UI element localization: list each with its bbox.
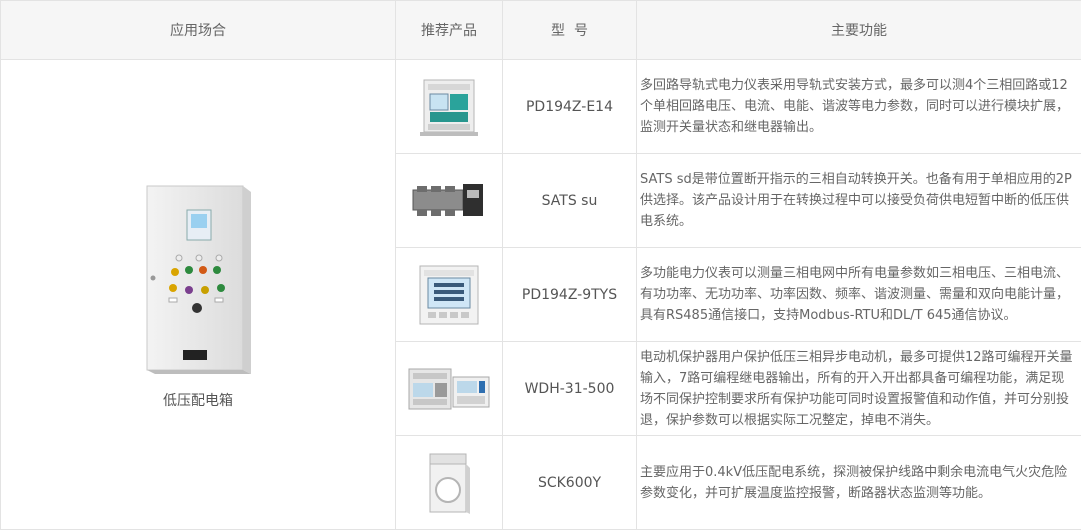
header-function: 主要功能: [636, 0, 1081, 60]
panel-meter-image: [419, 265, 479, 324]
application-name: 低压配电箱: [163, 392, 233, 409]
function-cell: 多回路导轨式电力仪表采用导轨式安装方式，最多可以测4个三相回路或12个单相回路电…: [636, 59, 1081, 154]
product-image-cell: [395, 247, 503, 342]
model-cell: SATS su: [502, 153, 637, 248]
header-product: 推荐产品: [395, 0, 503, 60]
current-transformer-image: [429, 453, 470, 514]
table-row: 低压配电箱 PD194Z-E14 多回路导轨式电力仪表采用导轨式安装方式，最多可…: [0, 59, 1081, 530]
product-image-cell: [395, 153, 503, 248]
application-cell: 低压配电箱: [0, 59, 396, 530]
model-cell: PD194Z-E14: [502, 59, 637, 154]
transfer-switch-image: [412, 183, 483, 216]
product-image-cell: [395, 435, 503, 530]
product-image-cell: [395, 59, 503, 154]
function-cell: SATS sd是带位置断开指示的三相自动转换开关。也备有用于单相应用的2P供选择…: [636, 153, 1081, 248]
model-cell: WDH-31-500: [502, 341, 637, 436]
header-application: 应用场合: [0, 0, 396, 60]
function-cell: 多功能电力仪表可以测量三相电网中所有电量参数如三相电压、三相电流、有功功率、无功…: [636, 247, 1081, 342]
function-cell: 电动机保护器用户保护低压三相异步电动机，最多可提供12路可编程开关量输入，7路可…: [636, 341, 1081, 436]
model-cell: SCK600Y: [502, 435, 637, 530]
distribution-cabinet-image: [146, 185, 251, 374]
product-table: 应用场合 推荐产品 型 号 主要功能 低压配电箱 PD194Z-E14 多回路导…: [0, 0, 1081, 530]
product-image-cell: [395, 341, 503, 436]
motor-protector-image: [408, 368, 490, 409]
header-model: 型 号: [502, 0, 637, 60]
din-rail-meter-image: [420, 79, 478, 136]
model-cell: PD194Z-9TYS: [502, 247, 637, 342]
table-header-row: 应用场合 推荐产品 型 号 主要功能: [0, 0, 1081, 60]
function-cell: 主要应用于0.4kV低压配电系统，探测被保护线路中剩余电流电气火灾危险参数变化，…: [636, 435, 1081, 530]
